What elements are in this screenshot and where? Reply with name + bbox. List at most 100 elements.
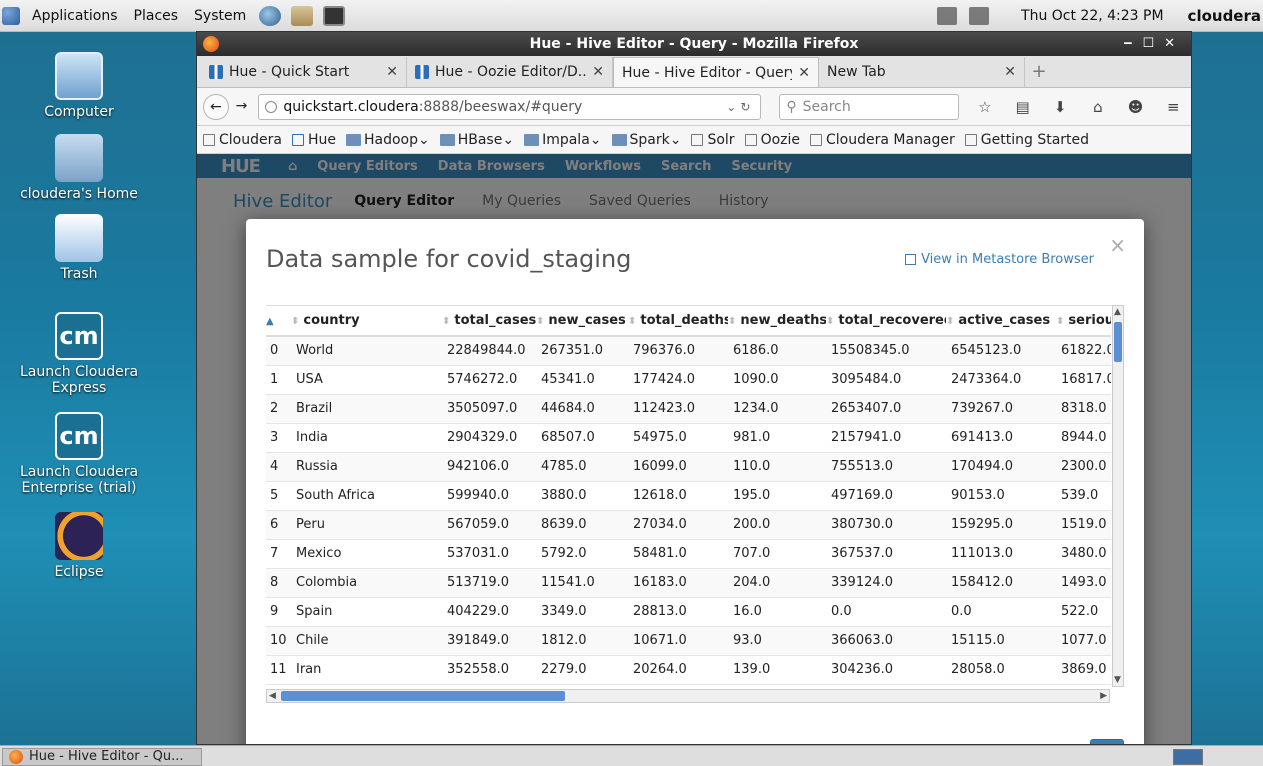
column-header-total-cases[interactable]: ⬍ total_cases	[442, 306, 536, 337]
bookmark-getting-started[interactable]: Getting Started	[964, 132, 1089, 148]
hello-icon[interactable]: ☻	[1124, 98, 1148, 116]
table-cell: 4785.0	[536, 452, 628, 482]
terminal-launcher-icon[interactable]	[323, 5, 346, 26]
window-titlebar[interactable]: Hue - Hive Editor - Query - Mozilla Fire…	[197, 32, 1191, 56]
table-cell: 44684.0	[536, 394, 628, 424]
forward-button[interactable]: →	[229, 94, 255, 120]
column-header-index[interactable]: ▲	[266, 306, 291, 337]
browser-launcher-icon[interactable]	[259, 5, 282, 26]
column-header-country[interactable]: ⬍ country	[291, 306, 442, 337]
table-cell: Brazil	[291, 394, 442, 424]
column-header-label: new_cases	[548, 313, 626, 328]
bookmark-label: Spark	[629, 131, 670, 148]
column-header-serious[interactable]: ⬍serious	[1056, 306, 1111, 337]
table-cell: 139.0	[728, 655, 826, 685]
taskbar-window-button[interactable]: Hue - Hive Editor - Qu...	[2, 748, 202, 766]
column-header-new-deaths[interactable]: ⬍ new_deaths	[728, 306, 826, 337]
search-input[interactable]: ⚲ Search	[779, 93, 960, 120]
desktop-icon-eclipse[interactable]: Eclipse	[18, 512, 140, 580]
bookmark-cloudera[interactable]: Cloudera	[203, 132, 282, 148]
table-cell: 11541.0	[536, 568, 628, 598]
table-cell: 8639.0	[536, 510, 628, 540]
back-button[interactable]: ←	[203, 93, 229, 120]
window-controls[interactable]: ‒☐✕	[1123, 32, 1185, 56]
scroll-right-icon[interactable]: ▶	[1100, 691, 1107, 701]
desktop-icon-cloudera-enterprise[interactable]: cm Launch Cloudera Enterprise (trial)	[18, 412, 140, 496]
table-cell: 93.0	[728, 626, 826, 656]
desktop-icon-trash[interactable]: Trash	[18, 214, 140, 282]
bookmark-star-icon[interactable]: ☆	[973, 98, 997, 116]
table-cell: 3869.0	[1056, 655, 1111, 685]
bookmark-oozie[interactable]: Oozie	[744, 132, 800, 148]
top-panel: Applications Places System Thu Oct 22, 4…	[0, 0, 1263, 32]
hue-favicon-icon	[209, 65, 223, 79]
table-cell: 755513.0	[826, 452, 946, 482]
scroll-down-icon[interactable]: ▼	[1114, 675, 1121, 685]
scroll-up-icon[interactable]: ▲	[1114, 307, 1121, 317]
folder-icon	[611, 133, 627, 146]
column-header-total-recovered[interactable]: ⬍ total_recovered	[826, 306, 946, 337]
column-header-active-cases[interactable]: ⬍ active_cases	[946, 306, 1056, 337]
sort-icon: ⬍	[1056, 316, 1065, 327]
reload-icon[interactable]: ⌄↻	[726, 100, 754, 114]
eclipse-icon	[55, 512, 103, 560]
horizontal-scroll-thumb[interactable]	[281, 691, 565, 701]
horizontal-scrollbar[interactable]: ◀ ▶	[266, 689, 1110, 703]
bookmark-solr[interactable]: Solr	[691, 132, 735, 148]
system-menu[interactable]: System	[186, 0, 254, 32]
desktop-icon-label: Launch Cloudera Express	[19, 364, 139, 396]
tab-title: Hue - Quick Start	[229, 64, 350, 80]
scroll-left-icon[interactable]: ◀	[269, 691, 276, 701]
reading-list-icon[interactable]: ▤	[1011, 98, 1035, 116]
vertical-scrollbar[interactable]: ▲ ▼	[1112, 305, 1124, 687]
bookmark-folder-spark[interactable]: Spark ⌄	[611, 131, 681, 148]
tab-oozie-editor[interactable]: Hue - Oozie Editor/D... ✕	[407, 57, 613, 87]
table-cell: 11	[266, 655, 291, 685]
new-tab-button[interactable]: +	[1025, 57, 1053, 87]
column-header-new-cases[interactable]: ⬍ new_cases	[536, 306, 628, 337]
bookmark-cloudera-manager[interactable]: Cloudera Manager	[810, 132, 955, 148]
close-icon[interactable]: ✕	[1004, 64, 1016, 80]
tab-new-tab[interactable]: New Tab ✕	[819, 57, 1025, 87]
bookmark-folder-hbase[interactable]: HBase ⌄	[439, 132, 514, 148]
user-menu[interactable]: cloudera	[1188, 7, 1261, 25]
bookmark-label: Impala	[542, 131, 590, 148]
workspace-switcher[interactable]	[1173, 749, 1203, 765]
column-header-label: country	[303, 313, 360, 328]
bookmark-folder-hadoop[interactable]: Hadoop ⌄	[345, 132, 430, 148]
network-icon[interactable]	[969, 7, 990, 25]
places-menu[interactable]: Places	[126, 0, 187, 32]
close-icon[interactable]: ✕	[592, 64, 604, 80]
table-cell: 7	[266, 539, 291, 569]
close-icon[interactable]: ✕	[386, 64, 398, 80]
desktop-icon-cloudera-express[interactable]: cm Launch Cloudera Express	[18, 312, 140, 396]
table-cell: 2300.0	[1056, 452, 1111, 482]
applications-menu[interactable]: Applications	[24, 0, 126, 32]
home-icon[interactable]: ⌂	[1086, 98, 1110, 116]
vertical-scroll-thumb[interactable]	[1114, 322, 1122, 362]
file-manager-launcher-icon[interactable]	[291, 5, 314, 26]
close-icon[interactable]: ✕	[798, 65, 810, 81]
download-icon[interactable]: ⬇	[1048, 98, 1072, 116]
table-cell: 111013.0	[946, 539, 1056, 569]
bookmark-folder-impala[interactable]: Impala ⌄	[524, 131, 602, 148]
clock[interactable]: Thu Oct 22, 4:23 PM	[1021, 8, 1164, 24]
bookmark-hue[interactable]: Hue	[291, 132, 336, 148]
tab-hive-editor[interactable]: Hue - Hive Editor - Query ✕	[613, 57, 819, 87]
desktop-icon-label: cloudera's Home	[20, 186, 138, 202]
metastore-browser-link[interactable]: View in Metastore Browser	[905, 252, 1094, 267]
tab-quick-start[interactable]: Hue - Quick Start ✕	[201, 57, 407, 87]
menu-icon[interactable]: ≡	[1161, 98, 1185, 116]
url-host: quickstart.cloudera	[283, 98, 419, 115]
desktop-icon-computer[interactable]: Computer	[18, 52, 140, 120]
table-cell: 68507.0	[536, 423, 628, 453]
url-bar[interactable]: quickstart.cloudera :8888/beeswax/#query…	[258, 93, 762, 120]
volume-icon[interactable]	[937, 7, 958, 25]
column-header-total-deaths[interactable]: ⬍ total_deaths	[628, 306, 728, 337]
cloudera-manager-icon: cm	[55, 312, 103, 360]
desktop-icon-home[interactable]: cloudera's Home	[18, 134, 140, 202]
close-button[interactable]: ×	[1109, 233, 1126, 257]
site-info-icon[interactable]	[265, 100, 278, 113]
table-cell: 27034.0	[628, 510, 728, 540]
table-row: 7 Mexico 537031.0 5792.0 58481.0 707.0 367537.…	[266, 539, 1111, 569]
